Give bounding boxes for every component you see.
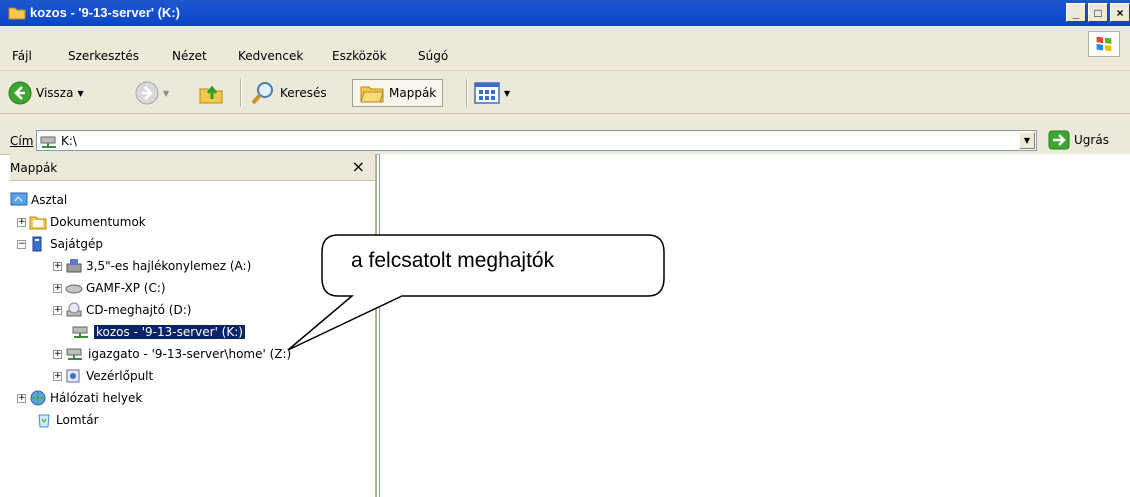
address-value: K:\ (61, 134, 77, 148)
address-dropdown-icon[interactable]: ▼ (1019, 132, 1035, 149)
callout-text: a felcsatolt meghajtók (351, 249, 555, 272)
go-label: Ugrás (1074, 133, 1109, 147)
folders-pane-title: Mappák (10, 161, 58, 175)
floppy-drive-icon (66, 259, 82, 273)
documents-folder-icon (29, 216, 47, 230)
expand-icon[interactable]: + (53, 305, 62, 315)
chevron-down-icon: ▼ (504, 88, 511, 98)
menu-view[interactable]: Nézet (172, 49, 207, 63)
views-button[interactable]: ▼ (474, 79, 510, 107)
network-drive-icon (72, 326, 88, 338)
cd-drive-icon (66, 302, 82, 317)
up-folder-button[interactable] (198, 79, 224, 107)
desktop-icon (10, 192, 28, 206)
tree-item-network-drive-k[interactable]: kozos - '9-13-server' (K:) (71, 322, 245, 342)
recycle-bin-icon (38, 414, 50, 428)
my-computer-icon (32, 236, 42, 252)
chevron-down-icon: ▼ (77, 88, 84, 98)
title-bar: kozos - '9-13-server' (K:) _ □ × (0, 0, 1130, 26)
search-icon (251, 82, 273, 105)
views-grid-icon (474, 82, 500, 104)
back-button[interactable]: Vissza ▼ (8, 79, 84, 107)
folders-label: Mappák (389, 86, 437, 100)
expand-icon[interactable]: + (53, 283, 62, 293)
control-panel-icon (66, 369, 80, 383)
back-arrow-icon (8, 81, 32, 105)
tree-item-network-places[interactable]: + Hálózati helyek (17, 388, 142, 408)
menu-favorites[interactable]: Kedvencek (238, 49, 303, 63)
minimize-button[interactable]: _ (1066, 3, 1086, 22)
tree-item-my-computer[interactable]: − Sajátgép (17, 234, 103, 254)
folders-pane: Mappák × Asztal + Dokumentumok − Sajátgé… (10, 154, 377, 497)
close-icon[interactable]: × (352, 157, 365, 176)
go-arrow-icon (1048, 130, 1070, 150)
tree-item-documents[interactable]: + Dokumentumok (17, 212, 146, 232)
address-bar: Cím K:\ ▼ Ugrás (0, 114, 1130, 155)
expand-icon[interactable]: + (53, 371, 62, 381)
hard-drive-icon (65, 284, 83, 294)
toolbar: Vissza ▼ ▼ Keresés Mappák ▼ (0, 71, 1130, 114)
forward-arrow-icon (135, 81, 159, 105)
tree-item-network-drive-z[interactable]: + igazgato - '9-13-server\home' (Z:) (53, 344, 291, 364)
file-list-pane[interactable] (379, 154, 1130, 497)
menu-bar: Fájl Szerkesztés Nézet Kedvencek Eszközö… (0, 26, 1130, 71)
up-folder-icon (199, 85, 223, 104)
maximize-button[interactable]: □ (1088, 3, 1108, 22)
expand-icon[interactable]: + (17, 393, 26, 403)
expand-icon[interactable]: + (53, 349, 62, 359)
expand-icon[interactable]: + (53, 261, 62, 271)
menu-help[interactable]: Súgó (418, 49, 448, 63)
back-label: Vissza (36, 86, 74, 100)
search-label: Keresés (280, 86, 327, 100)
go-button[interactable]: Ugrás (1048, 130, 1109, 150)
tree-item-recycle-bin[interactable]: Lomtár (35, 410, 99, 430)
network-places-icon (30, 390, 46, 406)
tree-item-control-panel[interactable]: + Vezérlőpult (53, 366, 153, 386)
toolbar-separator (240, 79, 242, 107)
folders-icon (360, 86, 384, 103)
menu-tools[interactable]: Eszközök (332, 49, 387, 63)
search-button[interactable]: Keresés (250, 79, 327, 107)
address-field[interactable]: K:\ ▼ (36, 130, 1037, 151)
expand-icon[interactable]: + (17, 217, 26, 227)
tree-item-drive-c[interactable]: + GAMF-XP (C:) (53, 278, 166, 298)
toolbar-separator (466, 79, 468, 107)
network-drive-icon (66, 348, 82, 360)
chevron-down-icon: ▼ (163, 88, 170, 98)
tree-item-floppy[interactable]: + 3,5"-es hajlékonylemez (A:) (53, 256, 251, 276)
menu-edit[interactable]: Szerkesztés (68, 49, 139, 63)
folders-button[interactable]: Mappák (352, 79, 444, 107)
window-title: kozos - '9-13-server' (K:) (30, 5, 180, 20)
close-button[interactable]: × (1110, 3, 1130, 22)
collapse-icon[interactable]: − (17, 239, 26, 249)
network-drive-icon (40, 136, 56, 148)
tree-item-desktop[interactable]: Asztal (10, 190, 67, 210)
folders-pane-header: Mappák × (10, 154, 375, 181)
windows-logo-icon (1088, 31, 1120, 57)
folder-icon (8, 7, 26, 20)
tree-item-cd-drive[interactable]: + CD-meghajtó (D:) (53, 300, 191, 320)
forward-button[interactable]: ▼ (135, 79, 169, 107)
address-label: Cím (10, 134, 34, 148)
menu-file[interactable]: Fájl (12, 49, 32, 63)
